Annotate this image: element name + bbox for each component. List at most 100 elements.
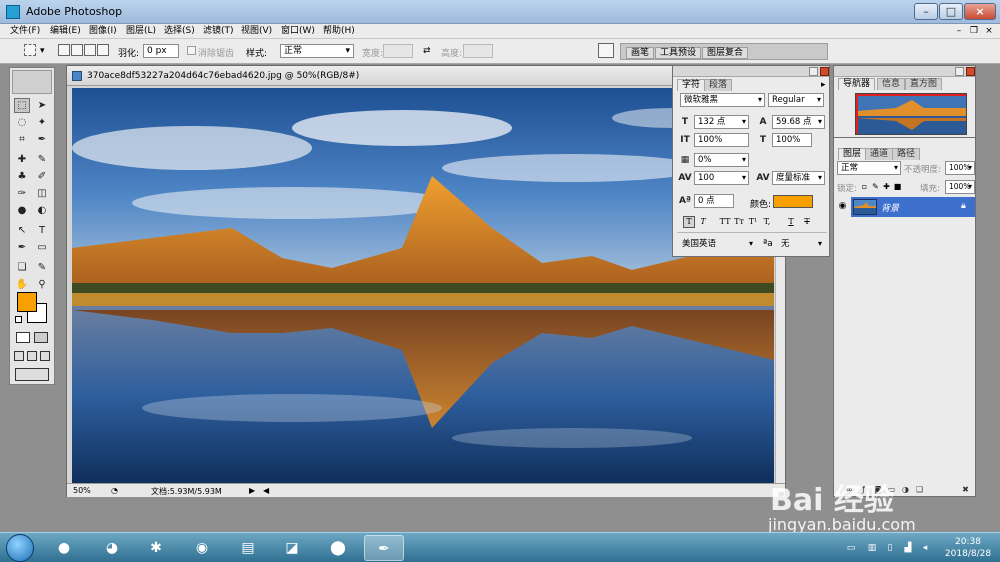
height-input[interactable]: [463, 44, 493, 58]
navigator-view-box[interactable]: [856, 94, 966, 134]
taskbar-360-icon[interactable]: ●: [44, 535, 84, 561]
lock-all-icon[interactable]: ■: [893, 182, 902, 191]
font-size-input[interactable]: 132 点: [694, 115, 749, 129]
opacity-input[interactable]: 100%: [945, 161, 975, 175]
new-selection-icon[interactable]: [58, 44, 70, 56]
add-selection-icon[interactable]: [71, 44, 83, 56]
shape-tool[interactable]: ▭: [34, 240, 50, 255]
tab-histogram[interactable]: 直方图: [905, 78, 943, 90]
screen-mode-full-menu-icon[interactable]: [27, 351, 37, 361]
tab-paths[interactable]: 路径: [892, 148, 921, 160]
healing-brush-tool[interactable]: ✚: [14, 152, 30, 167]
vertical-scale-input[interactable]: 100%: [694, 133, 749, 147]
maximize-button[interactable]: □: [939, 3, 963, 20]
superscript-button[interactable]: T¹: [747, 216, 759, 228]
swap-icon[interactable]: ⇄: [423, 46, 431, 56]
zoom-tool[interactable]: ⚲: [34, 277, 50, 292]
gradient-tool[interactable]: ◫: [34, 186, 50, 201]
style-select[interactable]: 正常 ▾: [280, 44, 354, 58]
dodge-tool[interactable]: ◐: [34, 203, 50, 218]
taskbar-qq-icon[interactable]: ◕: [92, 535, 132, 561]
panel-minimize-icon[interactable]: [809, 67, 818, 76]
menu-filter[interactable]: 滤镜(T): [203, 25, 234, 37]
move-tool[interactable]: ➤: [34, 98, 50, 113]
menu-help[interactable]: 帮助(H): [323, 25, 355, 37]
taskbar-media-icon[interactable]: ✱: [136, 535, 176, 561]
taskbar-app-icon[interactable]: ◪: [272, 535, 312, 561]
doc-minimize-button[interactable]: –: [952, 25, 966, 37]
status-menu-icon[interactable]: ◔: [111, 486, 118, 495]
panel-menu-icon[interactable]: ▸: [821, 80, 826, 90]
font-family-select[interactable]: 微软雅黑: [680, 93, 765, 107]
delete-layer-icon[interactable]: ✖: [960, 484, 971, 495]
lock-transparency-icon[interactable]: ▫: [860, 182, 869, 191]
tab-paragraph[interactable]: 段落: [704, 79, 733, 91]
tab-channels[interactable]: 通道: [865, 148, 894, 160]
hscroll-left-icon[interactable]: ◀: [263, 486, 269, 495]
screen-mode-full-icon[interactable]: [40, 351, 50, 361]
tsume-select[interactable]: 0%: [694, 153, 749, 167]
tab-navigator[interactable]: 导航器: [838, 78, 876, 90]
tab-layers[interactable]: 图层: [838, 148, 867, 160]
quick-mask-icon[interactable]: [34, 332, 48, 343]
eraser-tool[interactable]: ✑: [14, 186, 30, 201]
horizontal-scale-input[interactable]: 100%: [772, 133, 812, 147]
tab-info[interactable]: 信息: [877, 78, 906, 90]
menu-window[interactable]: 窗口(W): [281, 25, 315, 37]
standard-mode-icon[interactable]: [16, 332, 30, 343]
leading-input[interactable]: 59.68 点: [772, 115, 825, 129]
status-arrow-icon[interactable]: ▶: [249, 486, 255, 495]
faux-bold-button[interactable]: T: [683, 216, 695, 228]
antialias-checkbox[interactable]: [187, 46, 196, 55]
minimize-button[interactable]: –: [914, 3, 938, 20]
screen-mode-standard-icon[interactable]: [14, 351, 24, 361]
doc-restore-button[interactable]: ❐: [967, 25, 981, 37]
fill-input[interactable]: 100%: [945, 180, 975, 194]
history-brush-tool[interactable]: ✐: [34, 169, 50, 184]
jump-to-imageready-icon[interactable]: [15, 368, 49, 381]
magic-wand-tool[interactable]: ✦: [34, 115, 50, 130]
zoom-level[interactable]: 50%: [73, 486, 91, 495]
blur-tool[interactable]: ●: [14, 203, 30, 218]
well-tab-brushes[interactable]: 画笔: [626, 47, 655, 59]
baseline-shift-input[interactable]: 0 点: [694, 194, 734, 208]
intersect-selection-icon[interactable]: [97, 44, 109, 56]
taskbar-firefox-icon[interactable]: ◉: [182, 535, 222, 561]
start-button-icon[interactable]: [6, 534, 34, 562]
marquee-tool-icon[interactable]: [24, 44, 36, 56]
menu-layer[interactable]: 图层(L): [126, 25, 156, 37]
feather-input[interactable]: 0 px: [143, 44, 179, 58]
tray-network-icon[interactable]: ▥: [867, 543, 877, 553]
strikethrough-button[interactable]: T: [801, 216, 813, 228]
all-caps-button[interactable]: TT: [719, 216, 731, 228]
menu-view[interactable]: 视图(V): [241, 25, 272, 37]
close-button[interactable]: ×: [964, 3, 996, 20]
menu-edit[interactable]: 编辑(E): [50, 25, 81, 37]
foreground-color-swatch[interactable]: [17, 292, 37, 312]
crop-tool[interactable]: ⌗: [14, 132, 30, 147]
menu-image[interactable]: 图像(I): [89, 25, 117, 37]
tab-character[interactable]: 字符: [677, 79, 706, 91]
notes-tool[interactable]: ❏: [14, 260, 30, 275]
eyedropper-tool[interactable]: ✎: [34, 260, 50, 275]
menu-select[interactable]: 选择(S): [164, 25, 195, 37]
antialias-select[interactable]: 无: [777, 237, 825, 251]
type-tool[interactable]: T: [34, 223, 50, 238]
language-select[interactable]: 美国英语: [678, 237, 756, 251]
hand-tool[interactable]: ✋: [14, 277, 30, 292]
brush-tool[interactable]: ✎: [34, 152, 50, 167]
lock-position-icon[interactable]: ✚: [882, 182, 891, 191]
width-input[interactable]: [383, 44, 413, 58]
pen-tool[interactable]: ✒: [14, 240, 30, 255]
well-tab-layer-comps[interactable]: 图层复合: [702, 47, 749, 59]
rect-marquee-tool[interactable]: ⬚: [14, 98, 30, 113]
well-tab-tool-presets[interactable]: 工具预设: [655, 47, 702, 59]
tray-usb-icon[interactable]: ▯: [885, 543, 895, 553]
tool-preset-chevron-down-icon[interactable]: ▾: [40, 46, 45, 56]
blend-mode-select[interactable]: 正常: [837, 161, 901, 175]
tray-volume-icon[interactable]: ◂: [920, 543, 930, 553]
lock-pixels-icon[interactable]: ✎: [871, 182, 880, 191]
tray-keyboard-icon[interactable]: ▭: [846, 543, 856, 553]
system-clock[interactable]: 20:38 2018/8/28: [940, 536, 996, 560]
underline-button[interactable]: T: [785, 216, 797, 228]
